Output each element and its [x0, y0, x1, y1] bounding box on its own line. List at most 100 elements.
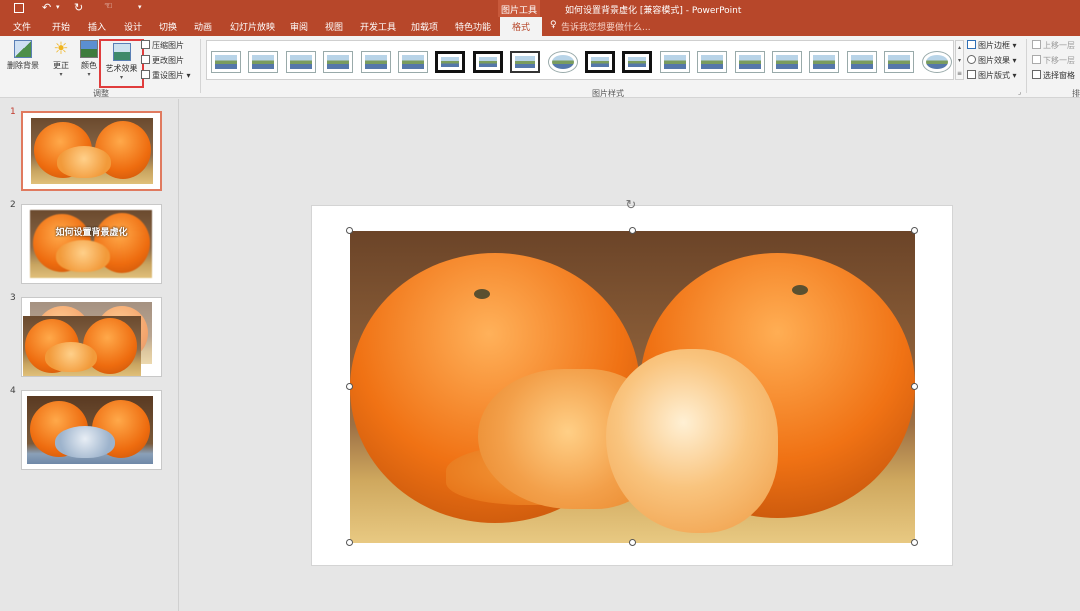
picture-effects-label: 图片效果 — [978, 56, 1010, 65]
selection-pane-button[interactable]: 选择窗格 — [1032, 70, 1075, 81]
selected-picture[interactable] — [350, 231, 915, 543]
bring-forward-button[interactable]: 上移一层 — [1032, 40, 1075, 51]
picture-border-icon — [967, 40, 976, 49]
corrections-button[interactable]: ☀ 更正 ▾ — [47, 40, 75, 78]
slide-number: 4 — [10, 386, 16, 396]
dialog-launcher-icon[interactable]: ⌟ — [1018, 88, 1021, 96]
style-preview-image — [215, 55, 237, 69]
color-label: 颜色 — [81, 61, 97, 70]
resize-handle-sw[interactable] — [346, 539, 353, 546]
send-backward-label: 下移一层 — [1043, 56, 1075, 65]
touch-mode-icon[interactable]: ☜ — [104, 1, 113, 12]
orange-segments — [45, 342, 97, 372]
picture-style-6[interactable] — [398, 51, 428, 73]
slide-thumbnail-3[interactable] — [21, 297, 162, 377]
slide-number: 3 — [10, 293, 16, 303]
artistic-effects-button[interactable]: 艺术效果 ▾ — [99, 39, 144, 88]
tab-review[interactable]: 审阅 — [290, 20, 308, 33]
resize-handle-e[interactable] — [911, 383, 918, 390]
slide-thumbnail-2[interactable]: 如何设置背景虚化 — [21, 204, 162, 284]
tab-slideshow[interactable]: 幻灯片放映 — [230, 20, 275, 33]
picture-style-11[interactable] — [585, 51, 615, 73]
slide-picture — [31, 118, 153, 184]
style-preview-image — [663, 55, 686, 69]
picture-style-9[interactable] — [510, 51, 541, 73]
style-preview-image — [441, 57, 460, 67]
picture-style-18[interactable] — [846, 51, 877, 73]
picture-style-16[interactable] — [772, 51, 802, 73]
picture-effects-button[interactable]: 图片效果 ▾ — [967, 55, 1017, 66]
stem-right — [792, 285, 808, 295]
picture-style-3[interactable] — [285, 51, 316, 73]
picture-style-10[interactable] — [547, 51, 578, 73]
style-preview-image — [289, 55, 312, 69]
rotate-handle-icon[interactable]: ↻ — [624, 199, 638, 213]
style-preview-image — [850, 55, 873, 69]
picture-style-1[interactable] — [211, 51, 241, 73]
resize-handle-s[interactable] — [629, 539, 636, 546]
tab-addins[interactable]: 加载项 — [411, 20, 438, 33]
tab-design[interactable]: 设计 — [124, 20, 142, 33]
tab-insert[interactable]: 插入 — [88, 20, 106, 33]
customize-icon[interactable]: ▾ — [138, 3, 142, 11]
resize-handle-ne[interactable] — [911, 227, 918, 234]
redo-icon[interactable]: ↻ — [74, 1, 83, 14]
picture-style-5[interactable] — [360, 51, 391, 73]
resize-handle-n[interactable] — [629, 227, 636, 234]
tab-features[interactable]: 特色功能 — [455, 20, 491, 33]
tab-format[interactable]: 格式 — [500, 17, 543, 36]
remove-background-button[interactable]: 删除背景 — [5, 40, 41, 71]
style-preview-image — [327, 55, 350, 69]
picture-layout-button[interactable]: 图片版式 ▾ — [967, 70, 1017, 81]
picture-style-20[interactable] — [921, 51, 952, 73]
tab-animations[interactable]: 动画 — [194, 20, 212, 33]
reset-picture-label: 重设图片 — [152, 71, 184, 80]
slide-picture — [27, 396, 153, 464]
picture-style-8[interactable] — [472, 51, 503, 73]
slide-canvas[interactable]: ↻ — [311, 199, 953, 566]
picture-border-button[interactable]: 图片边框 ▾ — [967, 40, 1017, 51]
picture-layout-label: 图片版式 — [978, 71, 1010, 80]
compress-pictures-button[interactable]: 压缩图片 — [141, 40, 184, 51]
ribbon-tabs: 文件 开始 插入 设计 切换 动画 幻灯片放映 审阅 视图 开发工具 加载项 特… — [0, 17, 1080, 36]
picture-style-19[interactable] — [884, 51, 915, 73]
picture-style-14[interactable] — [697, 51, 728, 73]
picture-style-4[interactable] — [323, 51, 354, 73]
tab-home[interactable]: 开始 — [52, 20, 70, 33]
style-preview-image — [252, 55, 275, 69]
tab-view[interactable]: 视图 — [325, 20, 343, 33]
picture-style-13[interactable] — [659, 51, 690, 73]
style-preview-image — [701, 55, 724, 69]
undo-icon[interactable]: ↶ — [42, 1, 51, 14]
picture-style-12[interactable] — [622, 51, 653, 73]
slide-thumbnail-4[interactable] — [21, 390, 162, 470]
send-backward-button[interactable]: 下移一层 — [1032, 55, 1075, 66]
tell-me-box[interactable]: 告诉我您想要做什么... — [561, 20, 651, 33]
style-preview-image — [551, 55, 574, 69]
slide-thumbnail-1[interactable] — [21, 111, 162, 191]
undo-dropdown-icon[interactable]: ▾ — [56, 3, 60, 11]
tab-developer[interactable]: 开发工具 — [360, 20, 396, 33]
picture-style-2[interactable] — [248, 51, 279, 73]
save-icon[interactable] — [14, 3, 24, 13]
picture-style-7[interactable] — [435, 51, 466, 73]
compress-icon — [141, 40, 150, 49]
slide-number: 1 — [10, 107, 16, 117]
picture-style-17[interactable] — [809, 51, 840, 73]
stem-left — [474, 289, 490, 299]
scroll-up-icon[interactable]: ▴ — [956, 41, 963, 54]
resize-handle-nw[interactable] — [346, 227, 353, 234]
tab-file[interactable]: 文件 — [13, 20, 31, 33]
resize-handle-w[interactable] — [346, 383, 353, 390]
color-button[interactable]: 颜色 ▾ — [77, 40, 101, 78]
picture-style-15[interactable] — [734, 51, 765, 73]
change-picture-button[interactable]: 更改图片 — [141, 55, 184, 66]
remove-background-label: 删除背景 — [7, 61, 39, 70]
scroll-down-icon[interactable]: ▾ — [956, 54, 963, 67]
resize-handle-se[interactable] — [911, 539, 918, 546]
tab-transitions[interactable]: 切换 — [159, 20, 177, 33]
reset-picture-button[interactable]: 重设图片 ▾ — [141, 70, 191, 81]
style-preview-image — [888, 55, 911, 69]
more-icon[interactable]: ≡ — [956, 67, 963, 80]
gallery-scroll[interactable]: ▴ ▾ ≡ — [955, 40, 964, 80]
